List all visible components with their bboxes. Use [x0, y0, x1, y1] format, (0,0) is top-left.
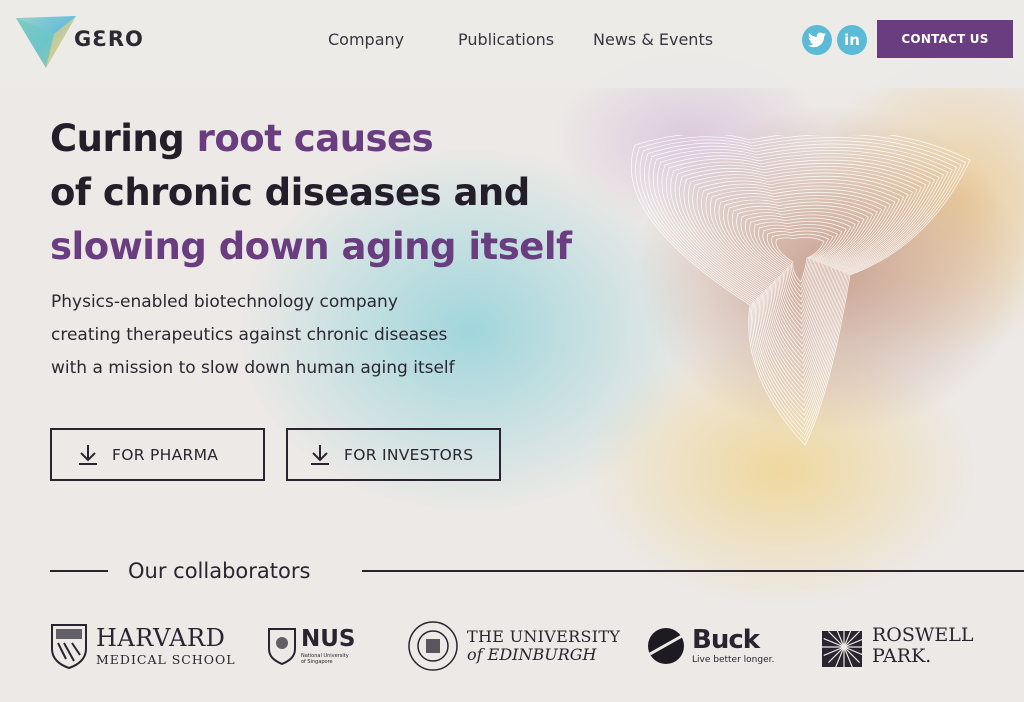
hero-title-highlight: root causes [196, 117, 434, 160]
contact-us-button[interactable]: CONTACT US [877, 20, 1013, 58]
collaborators-title: Our collaborators [128, 559, 311, 583]
partner-name: ROSWELL [872, 624, 974, 646]
hero-title-line-2: of chronic diseases and [50, 171, 530, 214]
partner-buck[interactable]: Buck Live better longer. [646, 620, 774, 672]
partner-subname: Live better longer. [692, 655, 775, 665]
partner-subname: MEDICAL SCHOOL [96, 651, 236, 667]
hero-title-part-a: Curing [50, 117, 197, 160]
partner-edinburgh[interactable]: THE UNIVERSITY of EDINBURGH [407, 620, 620, 672]
hero-subtitle-line: creating therapeutics against chronic di… [51, 325, 448, 345]
hero-subtitle: Physics-enabled biotechnology company cr… [51, 286, 511, 385]
partner-roswell-park[interactable]: ROSWELL PARK. [820, 620, 974, 672]
linkedin-icon[interactable]: in [837, 25, 867, 55]
harvard-shield-icon [51, 624, 87, 669]
buck-logo-icon [648, 628, 684, 664]
partner-nus[interactable]: NUS National University of Singapore [267, 620, 356, 672]
partner-name: Buck [692, 625, 760, 655]
roswell-burst-icon [822, 625, 866, 669]
for-pharma-label: FOR PHARMA [112, 445, 219, 464]
harvard-wordmark: HARVARD MEDICAL SCHOOL [96, 626, 236, 667]
divider-line [362, 570, 1024, 572]
hero-title: Curing root causes of chronic diseases a… [50, 112, 650, 274]
nus-crest-icon [268, 628, 296, 665]
hero-title-line-1: Curing root causes [50, 112, 650, 166]
brand-wordmark[interactable]: GƐRO [74, 27, 144, 51]
edinburgh-seal-icon [408, 621, 458, 671]
nav-news-events[interactable]: News & Events [593, 30, 713, 49]
hero-subtitle-line: Physics-enabled biotechnology company [51, 292, 398, 312]
twitter-bird-icon [808, 32, 826, 48]
partner-name: NUS [301, 625, 356, 652]
divider-line [50, 570, 108, 572]
partner-subname: of EDINBURGH [467, 645, 597, 664]
hero-mesh-illustration [630, 135, 971, 446]
buck-wordmark: Buck Live better longer. [692, 627, 774, 665]
nav-company[interactable]: Company [328, 30, 404, 49]
roswell-wordmark: ROSWELL PARK. [872, 626, 974, 666]
for-pharma-button[interactable]: FOR PHARMA [50, 428, 265, 481]
partner-harvard[interactable]: HARVARD MEDICAL SCHOOL [50, 620, 236, 672]
hero-subtitle-line: with a mission to slow down human aging … [51, 358, 455, 378]
for-investors-button[interactable]: FOR INVESTORS [286, 428, 501, 481]
download-icon [311, 444, 329, 465]
linkedin-glyph: in [844, 31, 860, 49]
partner-name: HARVARD [96, 623, 226, 652]
partner-subname: National University of Singapore [301, 652, 349, 665]
hero-title-line-3: slowing down aging itself [50, 225, 572, 268]
download-icon [79, 444, 97, 465]
partner-name: THE UNIVERSITY [467, 627, 621, 646]
site-header: GƐRO Company Publications News & Events … [0, 0, 1024, 88]
for-investors-label: FOR INVESTORS [344, 445, 474, 464]
nav-publications[interactable]: Publications [458, 30, 554, 49]
nus-wordmark: NUS National University of Singapore [301, 625, 356, 665]
partner-subname: PARK. [872, 645, 932, 667]
edinburgh-wordmark: THE UNIVERSITY of EDINBURGH [467, 629, 620, 663]
twitter-icon[interactable] [802, 25, 832, 55]
gero-logo-icon[interactable] [14, 14, 80, 70]
